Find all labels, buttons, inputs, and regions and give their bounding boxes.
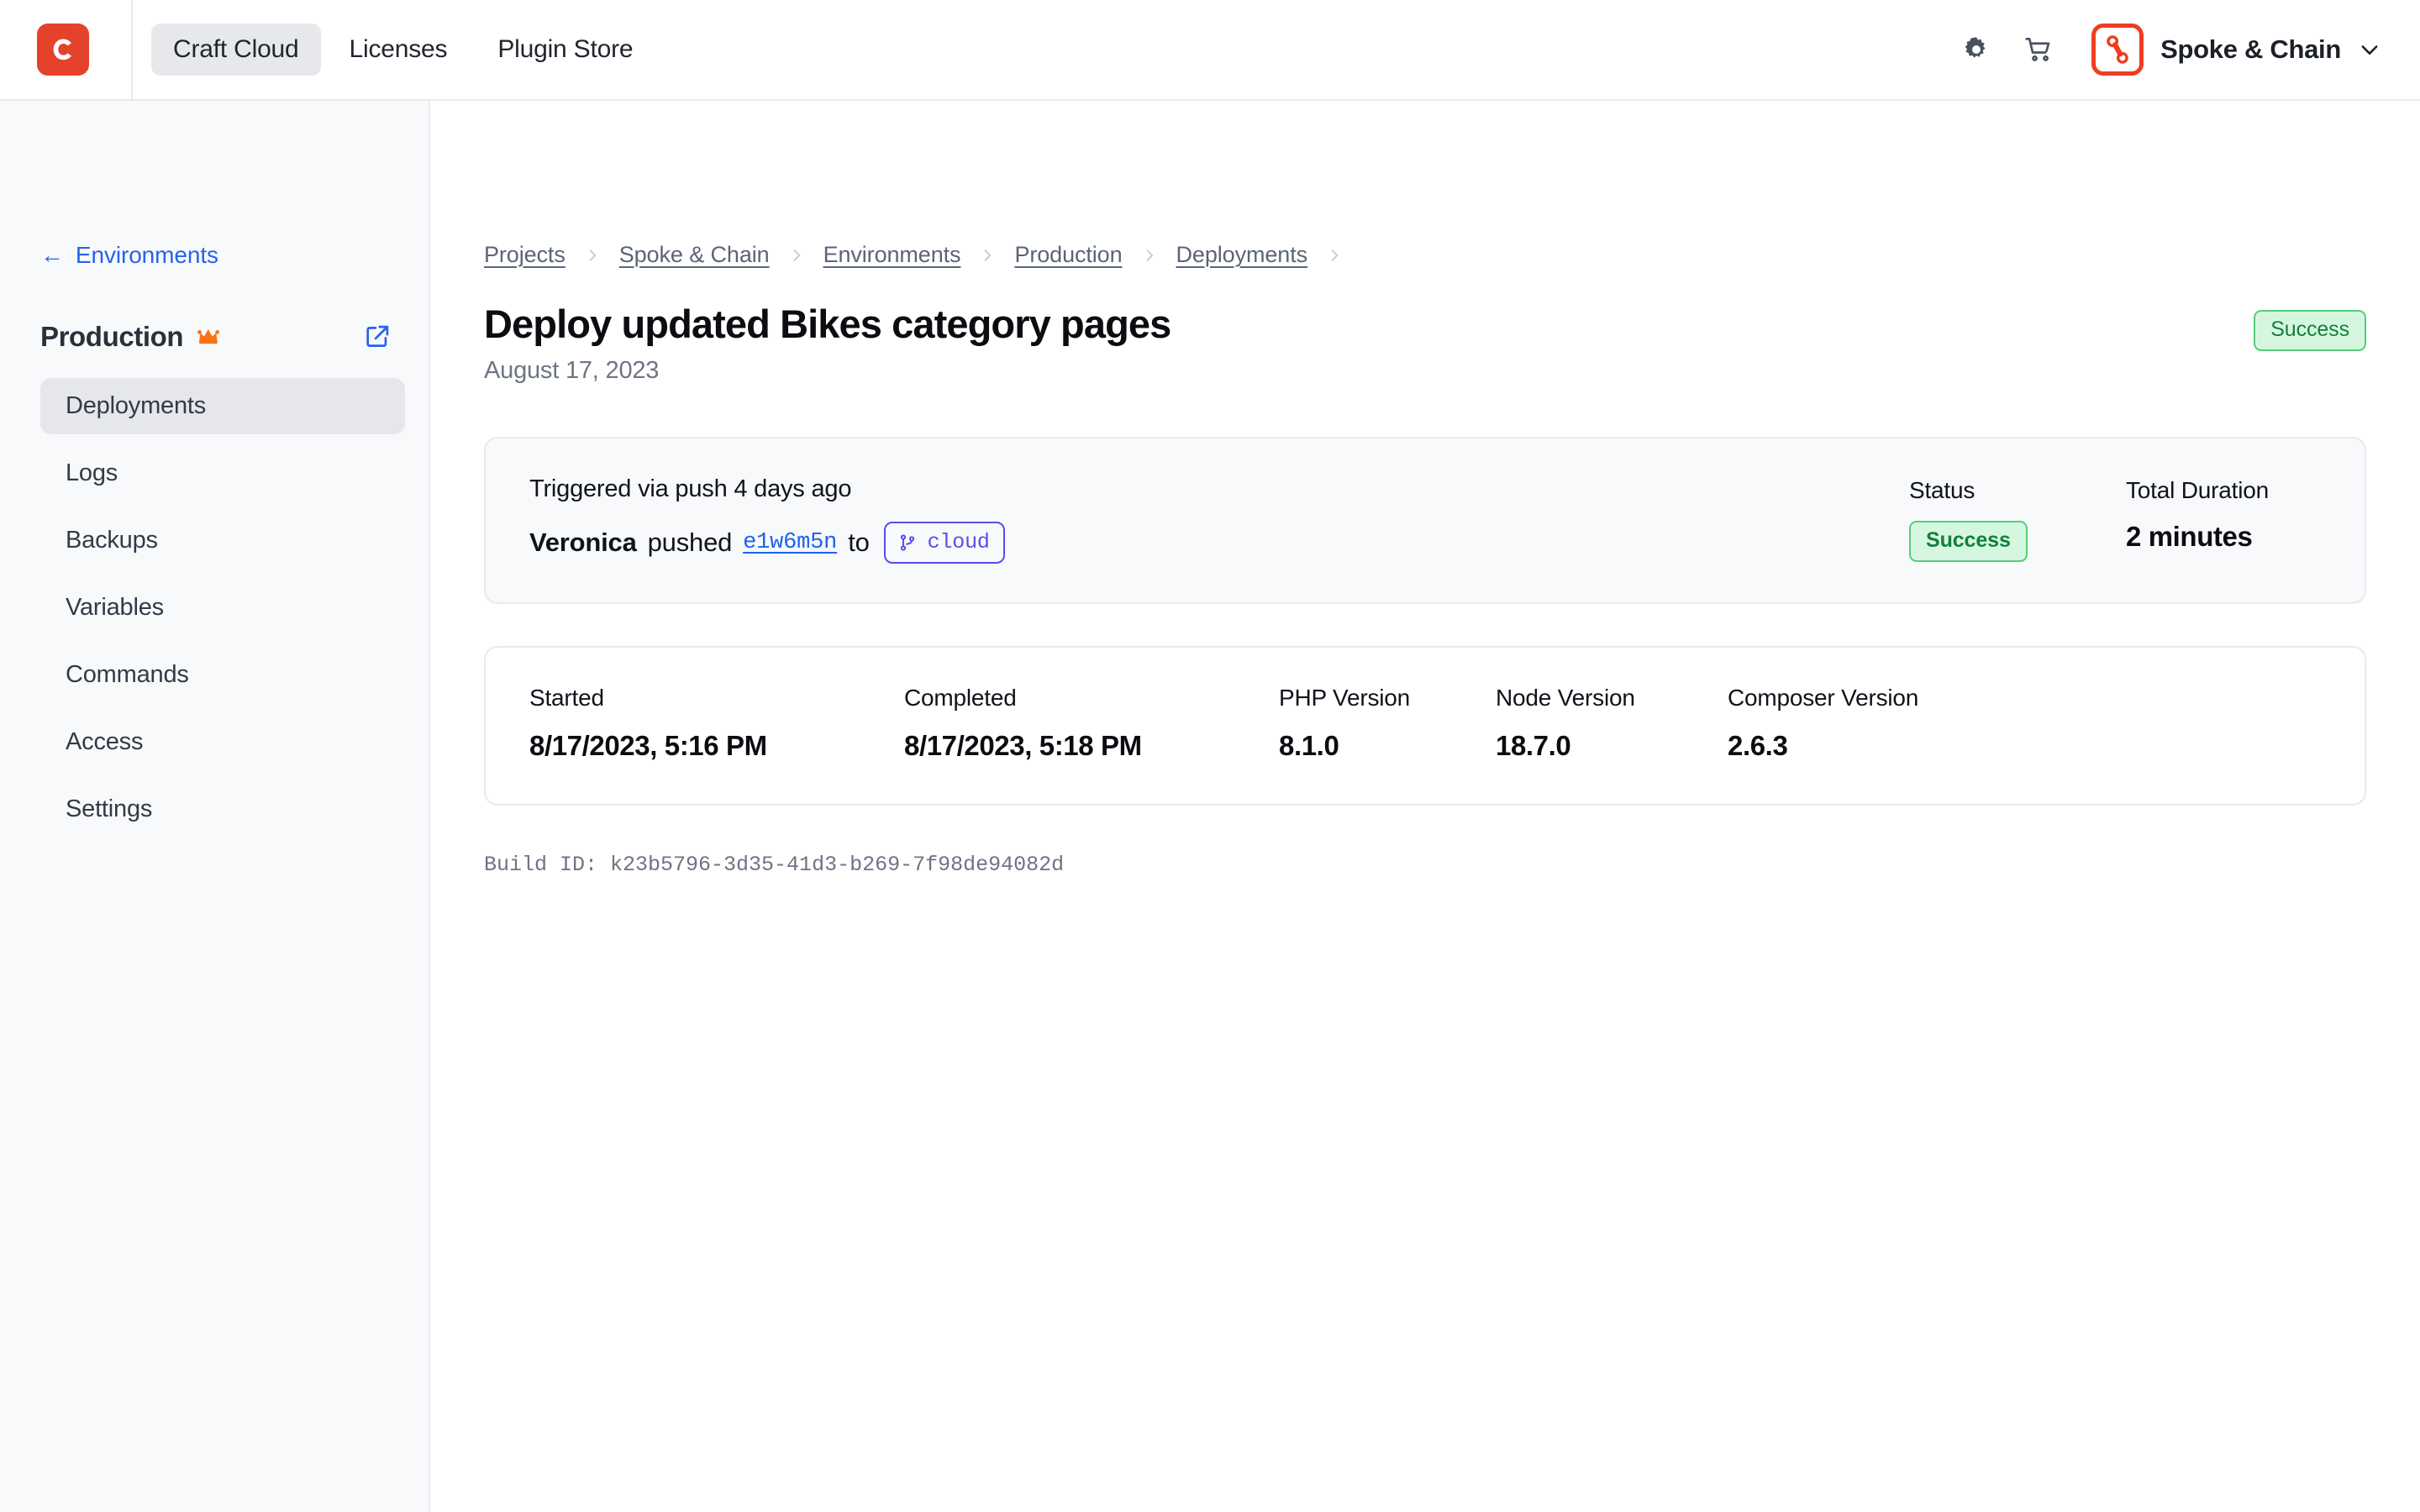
push-detail-line: Veronica pushed e1w6m5n to cloud [529, 522, 1909, 564]
deployment-summary-card: Triggered via push 4 days ago Veronica p… [484, 437, 2366, 605]
sidebar-item-deployments[interactable]: Deployments [40, 378, 405, 434]
gear-icon[interactable] [1945, 18, 2007, 81]
detail-value: 18.7.0 [1496, 730, 1571, 762]
detail-label: Node Version [1496, 685, 1635, 711]
sidebar: ← Environments Production Deployments Lo… [0, 101, 430, 1512]
back-to-environments-link[interactable]: ← Environments [40, 242, 218, 269]
sidebar-item-commands[interactable]: Commands [40, 647, 405, 703]
primary-nav: Craft Cloud Licenses Plugin Store [151, 24, 655, 76]
sidebar-item-backups[interactable]: Backups [40, 512, 405, 569]
chevron-right-icon [584, 247, 601, 264]
cart-icon[interactable] [2007, 18, 2070, 81]
external-link-icon[interactable] [363, 323, 392, 351]
detail-started: Started 8/17/2023, 5:16 PM [529, 685, 904, 762]
back-link-label: Environments [75, 242, 218, 268]
page-title: Deploy updated Bikes category pages [484, 302, 1171, 346]
detail-value: 8/17/2023, 5:16 PM [529, 730, 767, 762]
sidebar-item-logs[interactable]: Logs [40, 445, 405, 501]
app-root: Craft Cloud Licenses Plugin Store Spoke … [0, 0, 2420, 1512]
environment-header: Production [40, 321, 392, 353]
title-block: Deploy updated Bikes category pages Augu… [484, 302, 2254, 385]
breadcrumb-production[interactable]: Production [1014, 242, 1122, 268]
build-details-card: Started 8/17/2023, 5:16 PM Completed 8/1… [484, 646, 2366, 806]
detail-node-version: Node Version 18.7.0 [1496, 685, 1728, 762]
chevron-right-icon [979, 247, 996, 264]
sidebar-item-variables[interactable]: Variables [40, 580, 405, 636]
git-branch-icon [900, 533, 914, 551]
detail-label: Started [529, 685, 604, 711]
branch-chip[interactable]: cloud [883, 522, 1005, 564]
push-author: Veronica [529, 528, 637, 558]
chevron-right-icon [1326, 247, 1343, 264]
breadcrumb-environments[interactable]: Environments [823, 242, 961, 268]
top-header: Craft Cloud Licenses Plugin Store Spoke … [0, 0, 2420, 101]
main-content: Projects Spoke & Chain Environments Prod… [430, 101, 2420, 1512]
environment-title: Production [40, 321, 184, 352]
push-verb: pushed [647, 528, 733, 558]
detail-label: Composer Version [1728, 685, 1919, 711]
commit-hash-link[interactable]: e1w6m5n [743, 530, 837, 555]
account-name: Spoke & Chain [2160, 34, 2341, 64]
nav-licenses[interactable]: Licenses [328, 24, 470, 76]
summary-status-column: Status Success [1909, 475, 2126, 563]
header-actions: Spoke & Chain [1945, 18, 2381, 81]
breadcrumb: Projects Spoke & Chain Environments Prod… [484, 242, 2366, 268]
arrow-left-icon: ← [40, 242, 64, 268]
branch-name: cloud [927, 530, 990, 555]
crown-icon [195, 327, 222, 347]
build-id-text: Build ID: k23b5796-3d35-41d3-b269-7f98de… [484, 853, 1065, 878]
breadcrumb-project[interactable]: Spoke & Chain [619, 242, 770, 268]
summary-status-badge: Success [1909, 521, 2028, 563]
trigger-text: Triggered via push 4 days ago [529, 475, 852, 503]
summary-trigger-block: Triggered via push 4 days ago Veronica p… [529, 475, 1909, 564]
craft-logo-icon[interactable] [37, 24, 89, 76]
page-header: Deploy updated Bikes category pages Augu… [484, 302, 2366, 385]
page-date: August 17, 2023 [484, 357, 660, 385]
summary-status-label: Status [1909, 477, 1975, 504]
push-preposition: to [848, 528, 870, 558]
body-layout: ← Environments Production Deployments Lo… [0, 101, 2420, 1512]
chevron-down-icon [2358, 38, 2381, 61]
detail-value: 8/17/2023, 5:18 PM [904, 730, 1142, 762]
summary-duration-label: Total Duration [2126, 477, 2269, 504]
detail-label: Completed [904, 685, 1017, 711]
chevron-right-icon [1141, 247, 1158, 264]
summary-duration-value: 2 minutes [2126, 521, 2253, 553]
sidebar-nav: Deployments Logs Backups Variables Comma… [40, 378, 405, 848]
detail-completed: Completed 8/17/2023, 5:18 PM [904, 685, 1279, 762]
header-divider [131, 0, 133, 100]
detail-composer-version: Composer Version 2.6.3 [1728, 685, 1918, 762]
sidebar-item-access[interactable]: Access [40, 714, 405, 770]
breadcrumb-deployments[interactable]: Deployments [1176, 242, 1308, 268]
account-menu[interactable]: Spoke & Chain [2091, 24, 2381, 76]
summary-duration-column: Total Duration 2 minutes [2126, 475, 2321, 553]
sidebar-item-settings[interactable]: Settings [40, 781, 405, 837]
chevron-right-icon [788, 247, 805, 264]
summary-status-value-wrap: Success [1909, 521, 2126, 563]
detail-value: 2.6.3 [1728, 730, 1788, 762]
nav-plugin-store[interactable]: Plugin Store [476, 24, 655, 76]
detail-value: 8.1.0 [1279, 730, 1339, 762]
breadcrumb-projects[interactable]: Projects [484, 242, 566, 268]
detail-label: PHP Version [1279, 685, 1411, 711]
nav-craft-cloud[interactable]: Craft Cloud [151, 24, 321, 76]
bike-chain-icon [2091, 24, 2144, 76]
detail-php-version: PHP Version 8.1.0 [1279, 685, 1496, 762]
status-badge: Success [2254, 310, 2366, 351]
